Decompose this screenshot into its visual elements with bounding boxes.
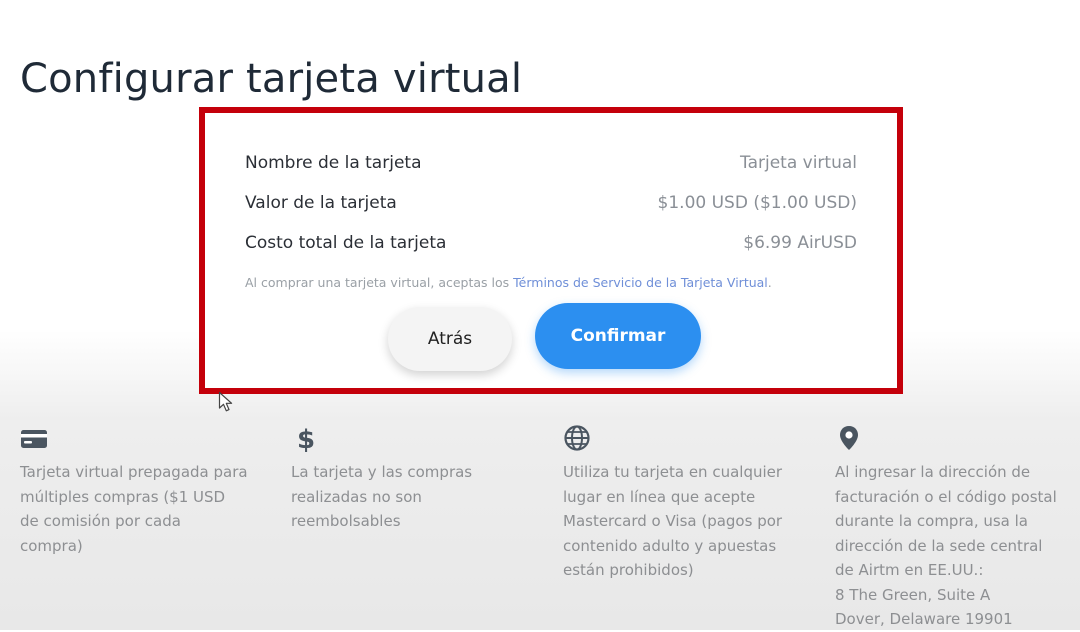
feature-prepaid: Tarjeta virtual prepagada para múltiples…: [20, 424, 260, 558]
card-value-label: Valor de la tarjeta: [245, 193, 397, 213]
globe-icon: [564, 425, 590, 451]
total-cost-label: Costo total de la tarjeta: [245, 233, 447, 253]
total-cost-value: $6.99 AirUSD: [743, 233, 857, 253]
back-button[interactable]: Atrás: [388, 307, 512, 371]
feature-non-refundable: $ La tarjeta y las compras realizadas no…: [291, 424, 531, 534]
mouse-cursor-icon: [218, 391, 233, 412]
feature-text: Al ingresar la dirección de facturación …: [835, 463, 1057, 628]
highlight-frame: Nombre de la tarjeta Tarjeta virtual Val…: [199, 107, 903, 394]
feature-text: Utiliza tu tarjeta en cualquier lugar en…: [563, 463, 783, 579]
feature-text: Tarjeta virtual prepagada para múltiples…: [20, 463, 248, 555]
location-pin-icon: [840, 426, 858, 450]
card-summary: Nombre de la tarjeta Tarjeta virtual Val…: [245, 143, 857, 290]
card-value-value: $1.00 USD ($1.00 USD): [657, 193, 857, 213]
card-name-value: Tarjeta virtual: [740, 153, 857, 173]
terms-prefix: Al comprar una tarjeta virtual, aceptas …: [245, 275, 514, 290]
terms-link[interactable]: Términos de Servicio de la Tarjeta Virtu…: [513, 275, 768, 290]
terms-note: Al comprar una tarjeta virtual, aceptas …: [245, 275, 857, 290]
dollar-icon: $: [297, 425, 315, 452]
button-row: Atrás Confirmar: [205, 303, 897, 371]
terms-suffix: .: [767, 275, 772, 290]
feature-text: La tarjeta y las compras realizadas no s…: [291, 463, 473, 530]
summary-row-card-name: Nombre de la tarjeta Tarjeta virtual: [245, 143, 857, 183]
svg-text:$: $: [297, 425, 315, 452]
confirm-button[interactable]: Confirmar: [535, 303, 701, 369]
summary-row-card-value: Valor de la tarjeta $1.00 USD ($1.00 USD…: [245, 183, 857, 223]
feature-billing-address: Al ingresar la dirección de facturación …: [835, 424, 1075, 632]
feature-online-use: Utiliza tu tarjeta en cualquier lugar en…: [563, 424, 803, 583]
credit-card-icon: [21, 430, 47, 448]
page-title: Configurar tarjeta virtual: [20, 56, 523, 102]
card-name-label: Nombre de la tarjeta: [245, 153, 422, 173]
features-section: Tarjeta virtual prepagada para múltiples…: [0, 424, 1080, 630]
summary-row-total-cost: Costo total de la tarjeta $6.99 AirUSD: [245, 223, 857, 263]
